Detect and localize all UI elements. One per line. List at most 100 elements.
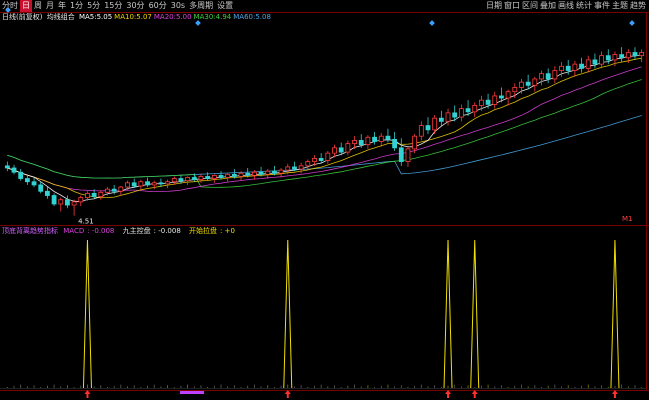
candle-body-8 <box>58 199 64 205</box>
candle-body-66 <box>445 112 451 122</box>
candle-body-48 <box>325 152 331 161</box>
line3-label: 开始拉盘: +0 <box>189 227 235 235</box>
candle-body-6 <box>44 190 50 196</box>
candle-body-63 <box>425 125 431 131</box>
candle-body-92 <box>619 54 625 59</box>
event-diamond-2 <box>429 20 435 26</box>
ma60-line <box>7 115 642 179</box>
bottom-highlight <box>180 391 204 394</box>
candle-body-42 <box>285 166 291 171</box>
candle-body-61 <box>412 135 418 150</box>
candle-body-52 <box>352 140 357 144</box>
candle-body-41 <box>278 169 284 174</box>
candle-body-78 <box>525 81 531 86</box>
macd-label: MACD: -0.008 <box>63 227 115 235</box>
candle-body-71 <box>479 99 484 106</box>
price-legend: 日线(前复权) 均线组合 MA5:5.05 MA10:5.07 MA20:5.00 M… <box>2 13 275 22</box>
candle-body-32 <box>218 174 224 178</box>
candle-body-21 <box>145 181 150 186</box>
candle-body-70 <box>472 105 478 113</box>
candle-body-56 <box>378 135 384 142</box>
ma-legend-3: MA30:4.94 <box>193 13 232 21</box>
candle-body-49 <box>332 147 337 154</box>
candle-body-16 <box>111 188 117 192</box>
m1-marker: M1 <box>622 215 633 223</box>
candle-body-9 <box>65 199 70 206</box>
candle-body-38 <box>258 171 264 175</box>
candle-body-17 <box>118 186 124 192</box>
candle-body-86 <box>579 63 584 69</box>
candle-body-20 <box>138 181 144 187</box>
candle-body-37 <box>251 171 257 176</box>
candle-body-93 <box>625 52 631 59</box>
candle-body-89 <box>599 55 605 65</box>
candle-body-12 <box>85 192 90 199</box>
ma-legend-1: MA10:5.07 <box>114 13 152 21</box>
stock-chart-window: 分时日周月年 1分 5分 15分 30分 60分 30s 多周期 设置 日期 窗口 区间 叠加 画线 统计… <box>0 0 649 400</box>
candle-body-31 <box>211 174 217 179</box>
candle-body-36 <box>245 172 251 176</box>
candle-body-65 <box>438 117 444 122</box>
candle-body-28 <box>191 177 197 181</box>
candle-body-76 <box>512 87 518 93</box>
candle-body-82 <box>552 70 558 80</box>
candle-body-24 <box>165 181 170 185</box>
candle-body-73 <box>492 95 498 105</box>
candle-body-88 <box>592 59 598 65</box>
candle-body-35 <box>238 172 244 177</box>
line2-label: 九主控盘: -0.008 <box>122 227 181 235</box>
candle-body-90 <box>605 55 611 61</box>
price-title: 日线(前复权) <box>2 13 43 21</box>
spike-1 <box>283 239 293 389</box>
candle-body-10 <box>71 201 77 206</box>
candle-body-39 <box>265 170 271 175</box>
candle-body-26 <box>178 178 184 182</box>
chart-canvas[interactable]: 4.51 M1 <box>0 0 649 400</box>
buy-arrow-4 <box>611 390 618 398</box>
candle-body-69 <box>465 108 471 113</box>
price-indicator-name: 均线组合 <box>46 13 75 21</box>
candle-body-60 <box>405 148 411 163</box>
candle-body-4 <box>31 181 37 186</box>
candle-body-45 <box>305 161 311 167</box>
candle-body-95 <box>639 52 645 57</box>
candle-body-54 <box>365 136 371 146</box>
candle-body-19 <box>131 182 137 187</box>
candle-body-68 <box>458 108 464 118</box>
event-diamond-0 <box>5 7 11 13</box>
candle-body-91 <box>612 54 618 61</box>
candle-body-2 <box>18 171 24 179</box>
low-price-label: 4.51 <box>78 218 94 226</box>
candle-body-5 <box>38 184 44 192</box>
candle-body-11 <box>78 197 84 203</box>
indicator-legend: 顶底背离趋势指标 MACD: -0.008 九主控盘: -0.008 开始拉盘:… <box>2 227 241 236</box>
candle-body-50 <box>338 147 344 153</box>
candle-body-47 <box>318 158 324 161</box>
indicator-name: 顶底背离趋势指标 <box>2 227 58 235</box>
ma-legend-4: MA60:5.08 <box>233 13 271 21</box>
candle-body-7 <box>51 195 57 205</box>
candle-body-3 <box>24 178 30 183</box>
candle-body-55 <box>372 136 377 142</box>
buy-arrow-2 <box>445 390 452 398</box>
candle-body-87 <box>585 59 591 69</box>
ma20-line <box>7 66 642 193</box>
candle-body-84 <box>565 65 571 71</box>
candle-body-85 <box>572 63 578 71</box>
candle-body-0 <box>4 165 10 169</box>
candle-body-40 <box>272 170 277 174</box>
buy-arrow-1 <box>284 390 291 398</box>
spike-4 <box>610 239 620 389</box>
candle-body-53 <box>358 140 364 146</box>
candle-body-30 <box>205 176 211 179</box>
candle-body-13 <box>91 192 97 197</box>
candle-body-79 <box>532 78 538 86</box>
candle-body-51 <box>345 143 351 153</box>
candle-body-57 <box>385 135 391 140</box>
candle-body-14 <box>98 191 104 197</box>
buy-arrow-3 <box>471 390 478 398</box>
candle-body-75 <box>505 91 511 99</box>
candle-body-80 <box>539 73 544 80</box>
candle-body-22 <box>151 182 157 186</box>
candle-body-1 <box>11 167 17 173</box>
